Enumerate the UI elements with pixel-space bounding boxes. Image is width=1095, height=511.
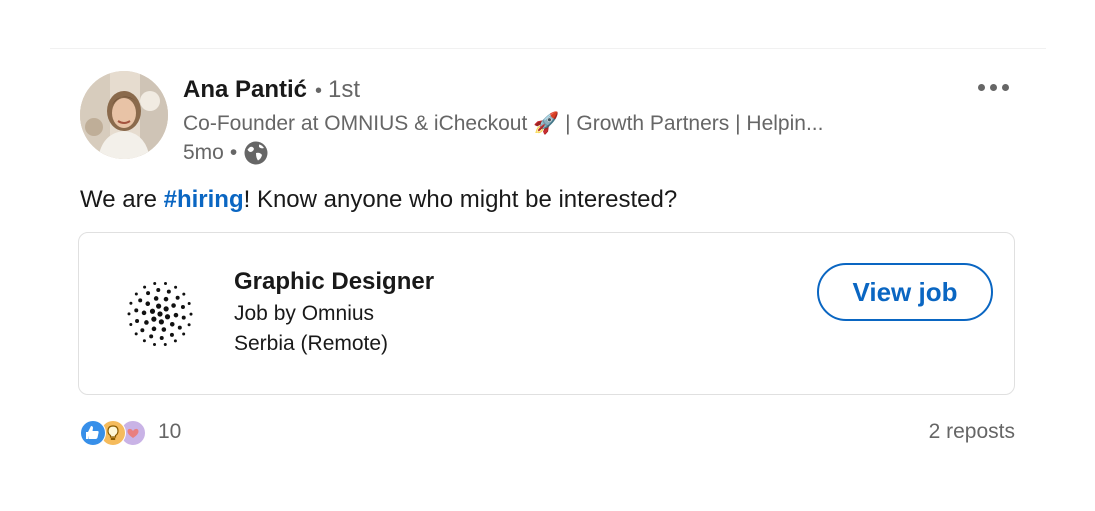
more-dot (1001, 83, 1009, 91)
author-name[interactable]: Ana Pantić (183, 76, 307, 104)
more-options-button[interactable] (968, 76, 1018, 98)
feed-post: Ana Pantić • 1st Co-Founder at OMNIUS & … (0, 0, 1095, 511)
author-headline: Co-Founder at OMNIUS & iCheckout 🚀 | Gro… (183, 112, 824, 135)
post-time: 5mo (183, 141, 224, 164)
author-name-row: Ana Pantić • 1st (183, 76, 360, 108)
view-job-button[interactable]: View job (817, 263, 993, 321)
job-title[interactable]: Graphic Designer (234, 268, 434, 296)
job-location: Serbia (Remote) (234, 332, 389, 355)
like-icon (80, 420, 106, 446)
reaction-count: 10 (158, 420, 182, 443)
job-card[interactable]: Graphic Designer Job by Omnius Serbia (R… (78, 232, 1015, 395)
post-text: We are #hiring! Know anyone who might be… (80, 186, 677, 214)
connection-degree: 1st (328, 76, 361, 103)
reaction-icons (80, 418, 152, 446)
company-logo (123, 277, 197, 351)
separator-dot: • (229, 141, 238, 164)
post-text-before: We are (80, 186, 164, 213)
more-dot (989, 83, 997, 91)
more-dot (977, 83, 985, 91)
reactions-summary[interactable]: 10 (80, 418, 181, 446)
post-text-after: ! Know anyone who might be interested? (243, 186, 678, 213)
reposts-link[interactable]: 2 reposts (929, 420, 1015, 444)
job-company: Job by Omnius (234, 302, 375, 325)
hashtag-link[interactable]: #hiring (164, 186, 244, 213)
author-avatar[interactable] (80, 71, 168, 159)
post-meta: 5mo • (183, 140, 269, 166)
separator-dot: • (315, 80, 323, 102)
globe-icon (243, 140, 269, 166)
